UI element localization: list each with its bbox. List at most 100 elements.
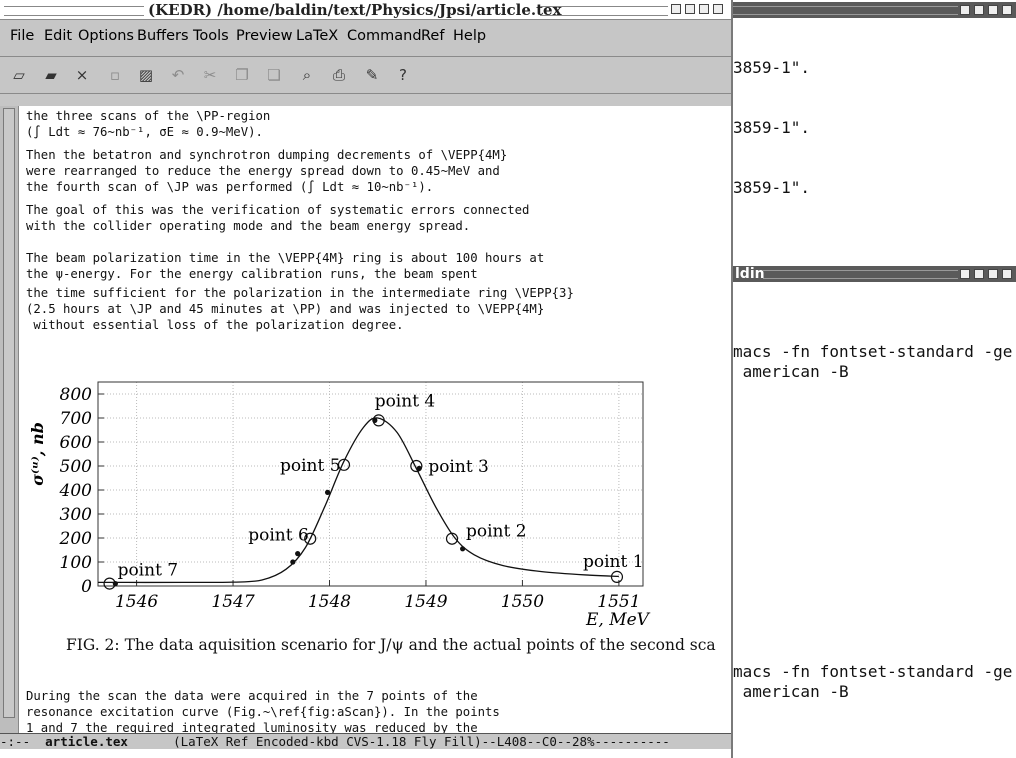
menu-latex[interactable]: LaTeX — [296, 28, 338, 44]
y-tick-label: 100 — [60, 553, 93, 573]
undo-icon[interactable]: ↶ — [168, 65, 188, 85]
buffer-line: the ψ-energy. For the energy calibration… — [26, 267, 478, 281]
y-axis-label: σ⁽ᵘ⁾, nb — [28, 422, 47, 486]
terminal-line: american -B — [733, 362, 849, 381]
menu-tools[interactable]: Tools — [193, 28, 229, 44]
buffer-line: the time sufficient for the polarization… — [26, 286, 574, 300]
titlebar-stripes — [763, 270, 958, 279]
buffer-line: resonance excitation curve (Fig.~\ref{fi… — [26, 705, 500, 719]
copy-icon[interactable]: ❐ — [232, 65, 252, 85]
menu-options[interactable]: Options — [78, 28, 134, 44]
minibuffer[interactable] — [0, 749, 731, 758]
measured-point — [295, 551, 301, 557]
new-file-icon[interactable]: ▱ — [9, 65, 29, 85]
scan-point-label: point 3 — [428, 457, 489, 477]
help-icon[interactable]: ? — [393, 65, 413, 85]
scrollbar-thumb[interactable] — [3, 108, 15, 718]
maximize-button[interactable] — [699, 4, 709, 14]
titlebar-stripes-right — [540, 6, 668, 16]
xterm-top-titlebar[interactable] — [733, 2, 1016, 18]
measured-point — [460, 546, 466, 552]
xterm-title: ldin — [735, 266, 765, 282]
y-tick-label: 700 — [60, 409, 93, 429]
preferences-icon[interactable]: ✎ — [362, 65, 382, 85]
x-tick-label: 1547 — [211, 592, 254, 612]
y-tick-label: 800 — [60, 385, 93, 405]
tool-bar: ▱ ▰ × ▫ ▨ ↶ ✂ ❐ ❏ ⌕ ⎙ ✎? — [0, 57, 731, 94]
buffer-line: The goal of this was the verification of… — [26, 203, 530, 217]
window-titlebar[interactable]: (KEDR) /home/baldin/text/Physics/Jpsi/ar… — [0, 0, 731, 20]
search-icon[interactable]: ⌕ — [297, 65, 317, 85]
emacs-window: (KEDR) /home/baldin/text/Physics/Jpsi/ar… — [0, 0, 733, 758]
editor-buffer[interactable]: the three scans of the \PP-region (∫ Ldt … — [26, 106, 726, 734]
xterm-bottom-titlebar[interactable]: ldin — [733, 266, 1016, 282]
resonance-curve — [97, 417, 619, 584]
y-tick-label: 200 — [59, 529, 93, 549]
close-button[interactable] — [713, 4, 723, 14]
buffer-line: The beam polarization time in the \VEPP{… — [26, 251, 545, 265]
x-tick-label: 1549 — [404, 592, 447, 612]
menu-file[interactable]: File — [10, 28, 34, 44]
terminal-line: 3859-1". — [733, 58, 811, 77]
cut-icon[interactable]: ✂ — [200, 65, 220, 85]
buffer-line: the three scans of the \PP-region — [26, 109, 271, 123]
y-tick-label: 600 — [60, 433, 93, 453]
close-button[interactable] — [1002, 269, 1012, 279]
x-tick-label: 1551 — [597, 592, 640, 612]
plot-frame — [97, 381, 644, 587]
scan-point-label: point 6 — [248, 526, 309, 546]
minimize-button[interactable] — [960, 5, 970, 15]
mode-line[interactable]: -:-- article.tex (LaTeX Ref Encoded-kbd … — [0, 733, 731, 749]
maximize-button[interactable] — [988, 5, 998, 15]
shade-button[interactable] — [685, 4, 695, 14]
modeline-buffer-name[interactable]: article.tex — [45, 734, 128, 749]
close-icon[interactable]: × — [72, 65, 92, 85]
scan-point-label: point 7 — [118, 561, 179, 581]
buffer-line: (∫ Ldt ≈ 76~nb⁻¹, σE ≈ 0.9~MeV). — [26, 125, 263, 139]
titlebar-stripes — [733, 6, 958, 15]
titlebar-stripes — [4, 6, 144, 16]
menu-edit[interactable]: Edit — [44, 28, 72, 44]
buffer-line: without essential loss of the polarizati… — [26, 318, 404, 332]
shade-button[interactable] — [974, 5, 984, 15]
minimize-button[interactable] — [960, 269, 970, 279]
menu-help[interactable]: Help — [453, 28, 486, 44]
buffer-line: Then the betatron and synchrotron dumpin… — [26, 148, 508, 162]
maximize-button[interactable] — [988, 269, 998, 279]
save-as-icon[interactable]: ▨ — [136, 65, 156, 85]
shade-button[interactable] — [974, 269, 984, 279]
measured-point — [290, 559, 296, 565]
terminal-line: macs -fn fontset-standard -ge — [733, 662, 1013, 681]
terminal-line: american -B — [733, 682, 849, 701]
y-tick-label: 400 — [59, 481, 93, 501]
menu-command[interactable]: Command — [347, 28, 422, 44]
scan-chart: 0 100 200 300 400 500 600 700 800 1546 1547 1548 154… — [28, 381, 651, 630]
scan-point-label: point 1 — [583, 552, 644, 572]
terminal-line: 3859-1". — [733, 118, 811, 137]
modeline-modes: (LaTeX Ref Encoded-kbd CVS-1.18 Fly Fill… — [127, 734, 670, 749]
scan-point-label: point 5 — [280, 456, 341, 476]
open-folder-icon[interactable]: ▰ — [41, 65, 61, 85]
background-terminals: 3859-1". 3859-1". 3859-1". ldin macs -fn f… — [733, 0, 1016, 758]
paste-icon[interactable]: ❏ — [264, 65, 284, 85]
x-tick-label: 1546 — [115, 592, 158, 612]
measured-point — [324, 489, 331, 495]
y-tick-label: 500 — [60, 457, 93, 477]
toolbar-gap — [0, 94, 731, 106]
minimize-button[interactable] — [671, 4, 681, 14]
menu-bar: File Edit Options Buffers Tools Preview LaTeX C… — [0, 20, 731, 57]
x-tick-label: 1548 — [308, 592, 351, 612]
save-icon[interactable]: ▫ — [105, 65, 125, 85]
menu-buffers[interactable]: Buffers — [137, 28, 189, 44]
menu-preview[interactable]: Preview — [236, 28, 292, 44]
x-tick-label: 1550 — [501, 592, 544, 612]
vertical-scrollbar[interactable] — [0, 106, 19, 734]
terminal-line: 3859-1". — [733, 178, 811, 197]
close-button[interactable] — [1002, 5, 1012, 15]
window-title: (KEDR) /home/baldin/text/Physics/Jpsi/ar… — [148, 1, 562, 19]
menu-ref[interactable]: Ref — [421, 28, 444, 44]
print-icon[interactable]: ⎙ — [329, 65, 349, 85]
buffer-line: the fourth scan of \JP was performed (∫ … — [26, 180, 434, 194]
y-tick-label: 300 — [60, 505, 93, 525]
x-axis-label: E, MeV — [585, 610, 651, 630]
